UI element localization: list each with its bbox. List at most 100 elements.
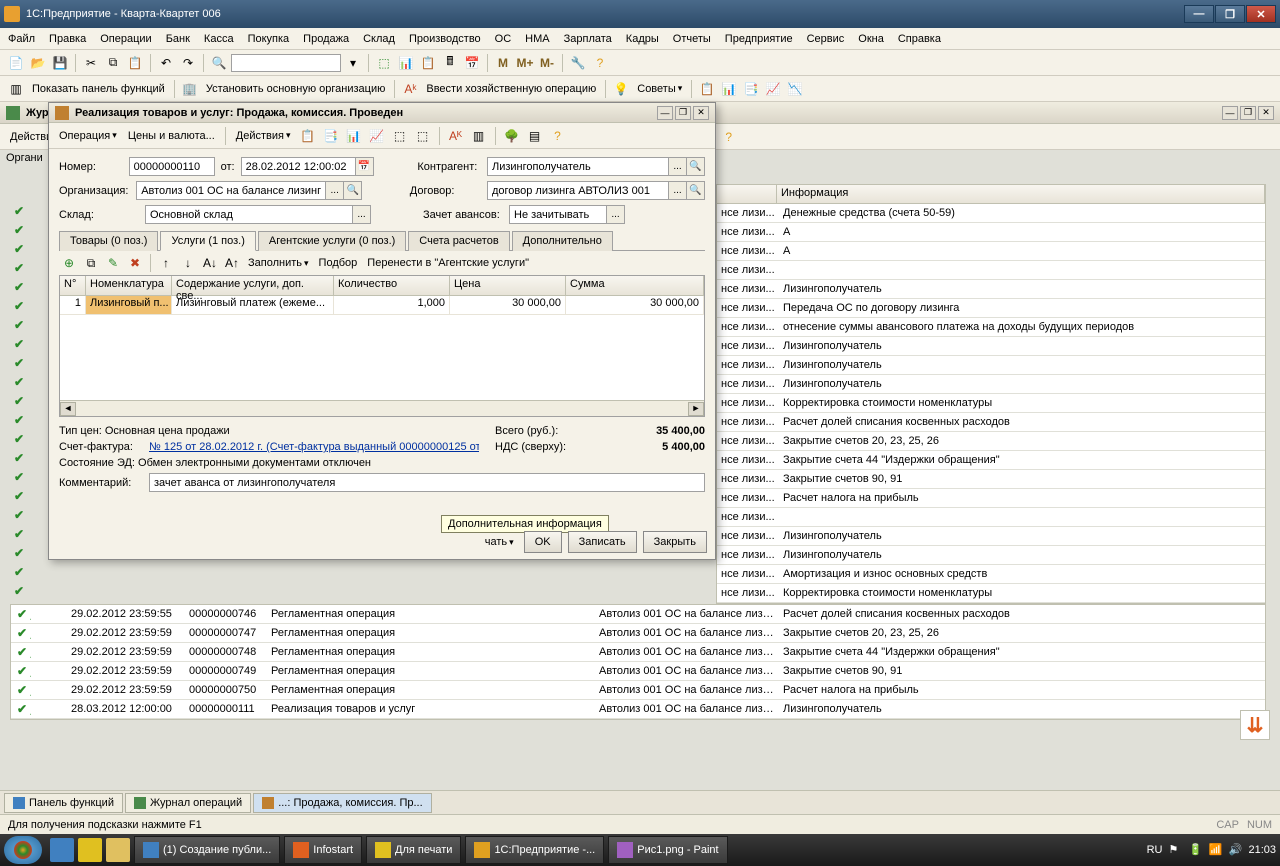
menu-nma[interactable]: НМА xyxy=(525,33,549,45)
new-icon[interactable]: 📄 xyxy=(6,53,26,73)
scroll-end-icon[interactable]: ⇊ xyxy=(1240,710,1270,740)
invoice-link[interactable]: № 125 от 28.02.2012 г. (Счет-фактура выд… xyxy=(149,441,479,453)
set-org-button[interactable]: Установить основную организацию xyxy=(202,83,390,95)
wtab-sales[interactable]: ...: Продажа, комиссия. Пр... xyxy=(253,793,431,813)
undo-icon[interactable]: ↶ xyxy=(156,53,176,73)
op-icon[interactable]: Aᵏ xyxy=(400,79,420,99)
cell-price[interactable]: 30 000,00 xyxy=(450,296,566,314)
mdi-restore-button[interactable]: ❐ xyxy=(1240,106,1256,120)
mdi-min-button[interactable]: — xyxy=(1222,106,1238,120)
journal-row[interactable]: нсе лизи...Расчет долей списания косвенн… xyxy=(717,413,1265,432)
org-icon[interactable]: 🏢 xyxy=(180,79,200,99)
menu-cash[interactable]: Касса xyxy=(204,33,234,45)
col-n[interactable]: N° xyxy=(60,276,86,295)
tool-icon[interactable]: ⬚ xyxy=(374,53,394,73)
journal-row[interactable]: нсе лизи... xyxy=(717,508,1265,527)
col-nomenclature[interactable]: Номенклатура xyxy=(86,276,172,295)
tray-network-icon[interactable]: 📶 xyxy=(1208,843,1222,857)
journal-row[interactable]: нсе лизи...Лизингополучатель xyxy=(717,337,1265,356)
tb-misc-2[interactable]: 📊 xyxy=(719,79,739,99)
tab-accounts[interactable]: Счета расчетов xyxy=(408,231,509,251)
org-field[interactable] xyxy=(136,181,326,200)
journal-row[interactable]: ✔ 29.02.2012 23:59:59 00000000750 Реглам… xyxy=(11,681,1265,700)
tb-misc-3[interactable]: 📑 xyxy=(741,79,761,99)
tb-misc-5[interactable]: 📉 xyxy=(785,79,805,99)
tray-clock[interactable]: 21:03 xyxy=(1248,844,1276,856)
cut-icon[interactable]: ✂ xyxy=(81,53,101,73)
col-price[interactable]: Цена xyxy=(450,276,566,295)
menu-hr[interactable]: Кадры xyxy=(626,33,659,45)
dialog-close-button[interactable]: ✕ xyxy=(693,106,709,120)
cell-nom[interactable]: Лизинговый п... xyxy=(86,296,172,314)
dt-icon-5[interactable]: ⬚ xyxy=(390,126,410,146)
tab-agent[interactable]: Агентские услуги (0 поз.) xyxy=(258,231,406,251)
journal-row[interactable]: ✔ 28.03.2012 12:00:00 00000000111 Реализ… xyxy=(11,700,1265,719)
close-dialog-button[interactable]: Закрыть xyxy=(643,531,707,553)
tray-power-icon[interactable]: 🔋 xyxy=(1188,843,1202,857)
task-item-3[interactable]: Для печати xyxy=(366,836,461,864)
task-item-1[interactable]: (1) Создание публи... xyxy=(134,836,280,864)
org-select-button[interactable]: ... xyxy=(326,181,344,200)
mdi-close-button[interactable]: ✕ xyxy=(1258,106,1274,120)
dialog-min-button[interactable]: — xyxy=(657,106,673,120)
col-info[interactable]: Информация xyxy=(777,185,1265,203)
journal-row[interactable]: нсе лизи...Лизингополучатель xyxy=(717,527,1265,546)
help-icon[interactable]: ? xyxy=(590,53,610,73)
tray-sound-icon[interactable]: 🔊 xyxy=(1228,843,1242,857)
journal-row[interactable]: нсе лизи...Закрытие счета 44 "Издержки о… xyxy=(717,451,1265,470)
menu-salary[interactable]: Зарплата xyxy=(564,33,612,45)
wtab-panel[interactable]: Панель функций xyxy=(4,793,123,813)
tool-icon-2[interactable]: 📊 xyxy=(396,53,416,73)
dt-ak-icon[interactable]: Aᴷ xyxy=(446,126,466,146)
menu-sale[interactable]: Продажа xyxy=(303,33,349,45)
dt-icon-2[interactable]: 📑 xyxy=(321,126,341,146)
contragent-select-button[interactable]: ... xyxy=(669,157,687,176)
journal-row[interactable]: нсе лизи...А xyxy=(717,223,1265,242)
journal-row[interactable]: ✔ 29.02.2012 23:59:59 00000000749 Реглам… xyxy=(11,662,1265,681)
menu-service[interactable]: Сервис xyxy=(807,33,845,45)
grid-move-button[interactable]: Перенести в "Агентские услуги" xyxy=(363,257,533,269)
panel-icon[interactable]: ▥ xyxy=(6,79,26,99)
ok-button[interactable]: OK xyxy=(524,531,562,553)
advice-button[interactable]: Советы xyxy=(633,83,686,95)
warehouse-select-button[interactable]: ... xyxy=(353,205,371,224)
dt-icon-6[interactable]: ⬚ xyxy=(413,126,433,146)
org-open-button[interactable]: 🔍 xyxy=(344,181,362,200)
col-sum[interactable]: Сумма xyxy=(566,276,704,295)
dt-icon-8[interactable]: ▤ xyxy=(525,126,545,146)
search-next-icon[interactable]: ▾ xyxy=(343,53,363,73)
services-grid[interactable]: N° Номенклатура Содержание услуги, доп. … xyxy=(59,275,705,417)
m-icon[interactable]: M xyxy=(493,53,513,73)
contract-open-button[interactable]: 🔍 xyxy=(687,181,705,200)
cell-qty[interactable]: 1,000 xyxy=(334,296,450,314)
scroll-left-icon[interactable]: ◄ xyxy=(60,402,76,416)
advice-icon[interactable]: 💡 xyxy=(611,79,631,99)
contract-field[interactable] xyxy=(487,181,669,200)
pin-ie-icon[interactable] xyxy=(50,838,74,862)
copy-icon[interactable]: ⧉ xyxy=(103,53,123,73)
col-qty[interactable]: Количество xyxy=(334,276,450,295)
dialog-actions-menu[interactable]: Действия xyxy=(232,130,295,142)
menu-file[interactable]: Файл xyxy=(8,33,35,45)
journal-row[interactable]: нсе лизи...Корректировка стоимости номен… xyxy=(717,394,1265,413)
col-desc[interactable]: Содержание услуги, доп. све... xyxy=(172,276,334,295)
show-panel-button[interactable]: Показать панель функций xyxy=(28,83,169,95)
grid-selection-button[interactable]: Подбор xyxy=(315,257,362,269)
grid-down-icon[interactable]: ↓ xyxy=(178,253,198,273)
grid-delete-icon[interactable]: ✖ xyxy=(125,253,145,273)
grid-sort-icon[interactable]: A↓ xyxy=(200,253,220,273)
journal-row[interactable]: нсе лизи...Передача ОС по договору лизин… xyxy=(717,299,1265,318)
dt-icon-7[interactable]: ▥ xyxy=(469,126,489,146)
tb-misc-1[interactable]: 📋 xyxy=(697,79,717,99)
grid-row[interactable]: 1 Лизинговый п... Лизинговый платеж (еже… xyxy=(60,296,704,315)
save-button[interactable]: Записать xyxy=(568,531,637,553)
grid-up-icon[interactable]: ↑ xyxy=(156,253,176,273)
journal-row[interactable]: нсе лизи...Закрытие счетов 90, 91 xyxy=(717,470,1265,489)
journal-row[interactable]: нсе лизи...Лизингополучатель xyxy=(717,375,1265,394)
journal-row[interactable]: нсе лизи...Амортизация и износ основных … xyxy=(717,565,1265,584)
menu-edit[interactable]: Правка xyxy=(49,33,86,45)
dt-tree-icon[interactable]: 🌳 xyxy=(502,126,522,146)
minimize-button[interactable]: — xyxy=(1184,5,1214,23)
journal-row[interactable]: ✔ 29.02.2012 23:59:55 00000000746 Реглам… xyxy=(11,605,1265,624)
journal-row[interactable]: нсе лизи...Корректировка стоимости номен… xyxy=(717,584,1265,603)
